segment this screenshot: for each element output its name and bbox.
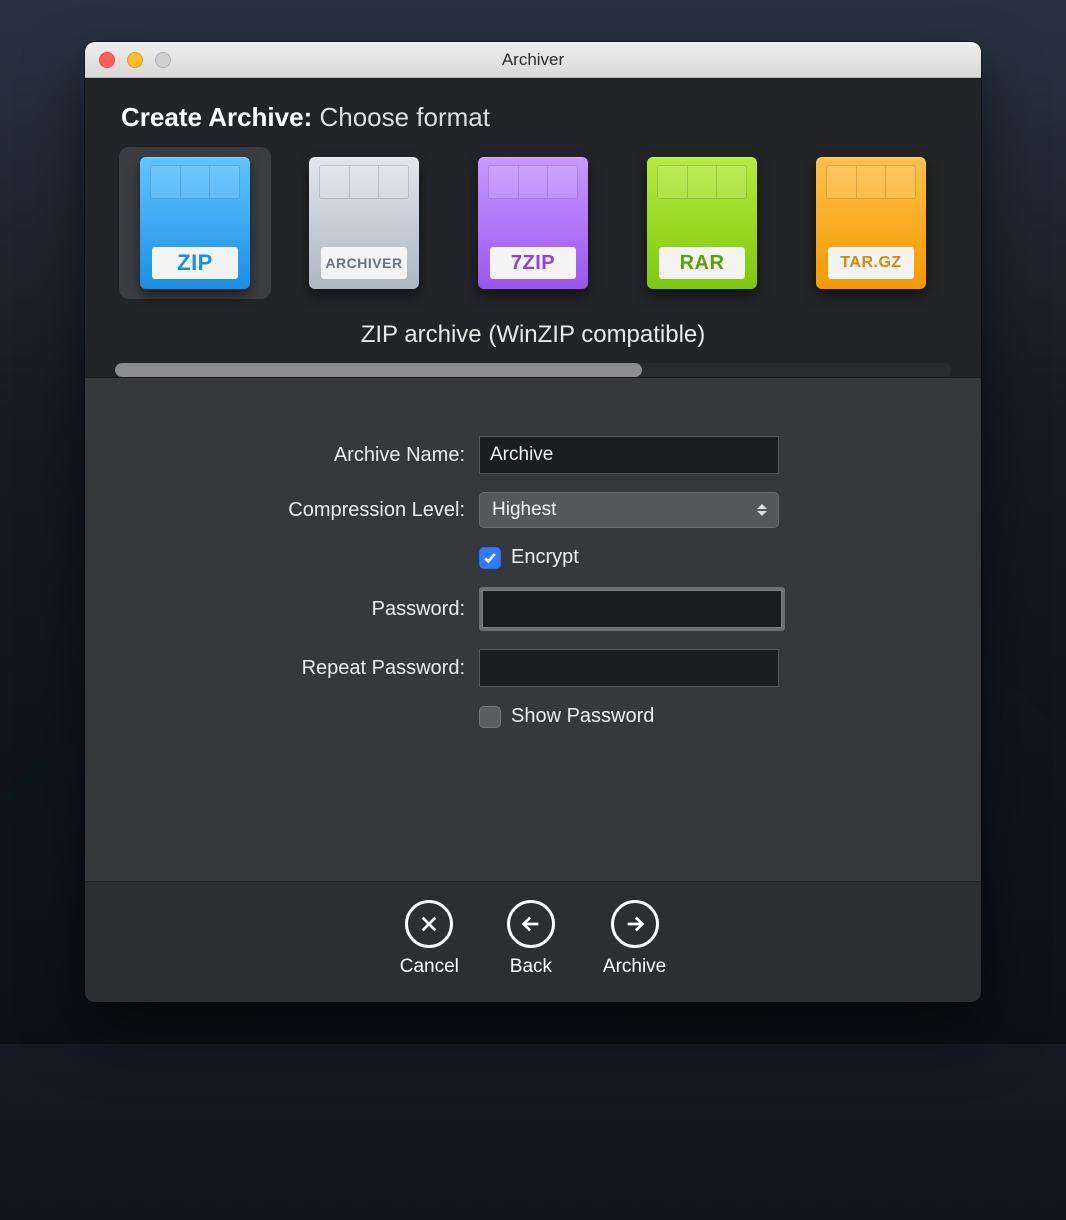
format-label: TAR.GZ [828,247,914,279]
password-input[interactable] [482,590,782,628]
format-label: ARCHIVER [321,247,407,279]
compression-level-value: Highest [492,499,556,521]
bottom-toolbar: Cancel Back Archive [85,881,981,1002]
zip-icon: ZIP [140,157,250,289]
forward-arrow-icon [611,900,659,948]
archiver-icon: ARCHIVER [309,157,419,289]
cancel-button[interactable]: Cancel [400,900,459,978]
scrollbar-thumb[interactable] [115,363,642,377]
back-button-label: Back [510,956,552,978]
format-chooser-section: Create Archive: Choose format ZIP ARCHIV… [85,78,981,378]
format-label: 7ZIP [490,247,576,279]
encrypt-label: Encrypt [511,546,579,569]
window-title: Archiver [85,50,981,70]
compression-level-label: Compression Level: [85,499,465,522]
format-list: ZIP ARCHIVER 7ZIP [115,147,951,309]
archive-name-input[interactable] [479,436,779,474]
repeat-password-input[interactable] [479,649,779,687]
format-option-zip[interactable]: ZIP [119,147,271,299]
archive-name-label: Archive Name: [85,444,465,467]
page-heading: Create Archive: Choose format [121,102,951,133]
show-password-checkbox[interactable] [479,706,501,728]
sevenzip-icon: 7ZIP [478,157,588,289]
chevron-up-down-icon [756,501,768,519]
window-zoom-button[interactable] [155,52,171,68]
window-close-button[interactable] [99,52,115,68]
format-option-targz[interactable]: TAR.GZ [795,147,947,299]
format-option-7zip[interactable]: 7ZIP [457,147,609,299]
cancel-button-label: Cancel [400,956,459,978]
rar-icon: RAR [647,157,757,289]
back-button[interactable]: Back [507,900,555,978]
archive-button-label: Archive [603,956,666,978]
cancel-icon [405,900,453,948]
format-option-rar[interactable]: RAR [626,147,778,299]
repeat-password-label: Repeat Password: [85,657,465,680]
targz-icon: TAR.GZ [816,157,926,289]
window-minimize-button[interactable] [127,52,143,68]
archive-options-form: Archive Name: Compression Level: Highest [85,378,981,881]
password-label: Password: [85,598,465,621]
show-password-label: Show Password [511,705,654,728]
format-label: RAR [659,247,745,279]
archive-button[interactable]: Archive [603,900,666,978]
format-option-archiver[interactable]: ARCHIVER [288,147,440,299]
format-scrollbar[interactable] [115,363,951,377]
titlebar: Archiver [85,42,981,78]
page-heading-rest: Choose format [319,102,490,132]
format-description: ZIP archive (WinZIP compatible) [115,321,951,349]
page-heading-strong: Create Archive: [121,102,312,132]
app-window: Archiver Create Archive: Choose format Z… [85,42,981,1002]
back-arrow-icon [507,900,555,948]
compression-level-select[interactable]: Highest [479,492,779,528]
format-label: ZIP [152,247,238,279]
encrypt-checkbox[interactable] [479,547,501,569]
